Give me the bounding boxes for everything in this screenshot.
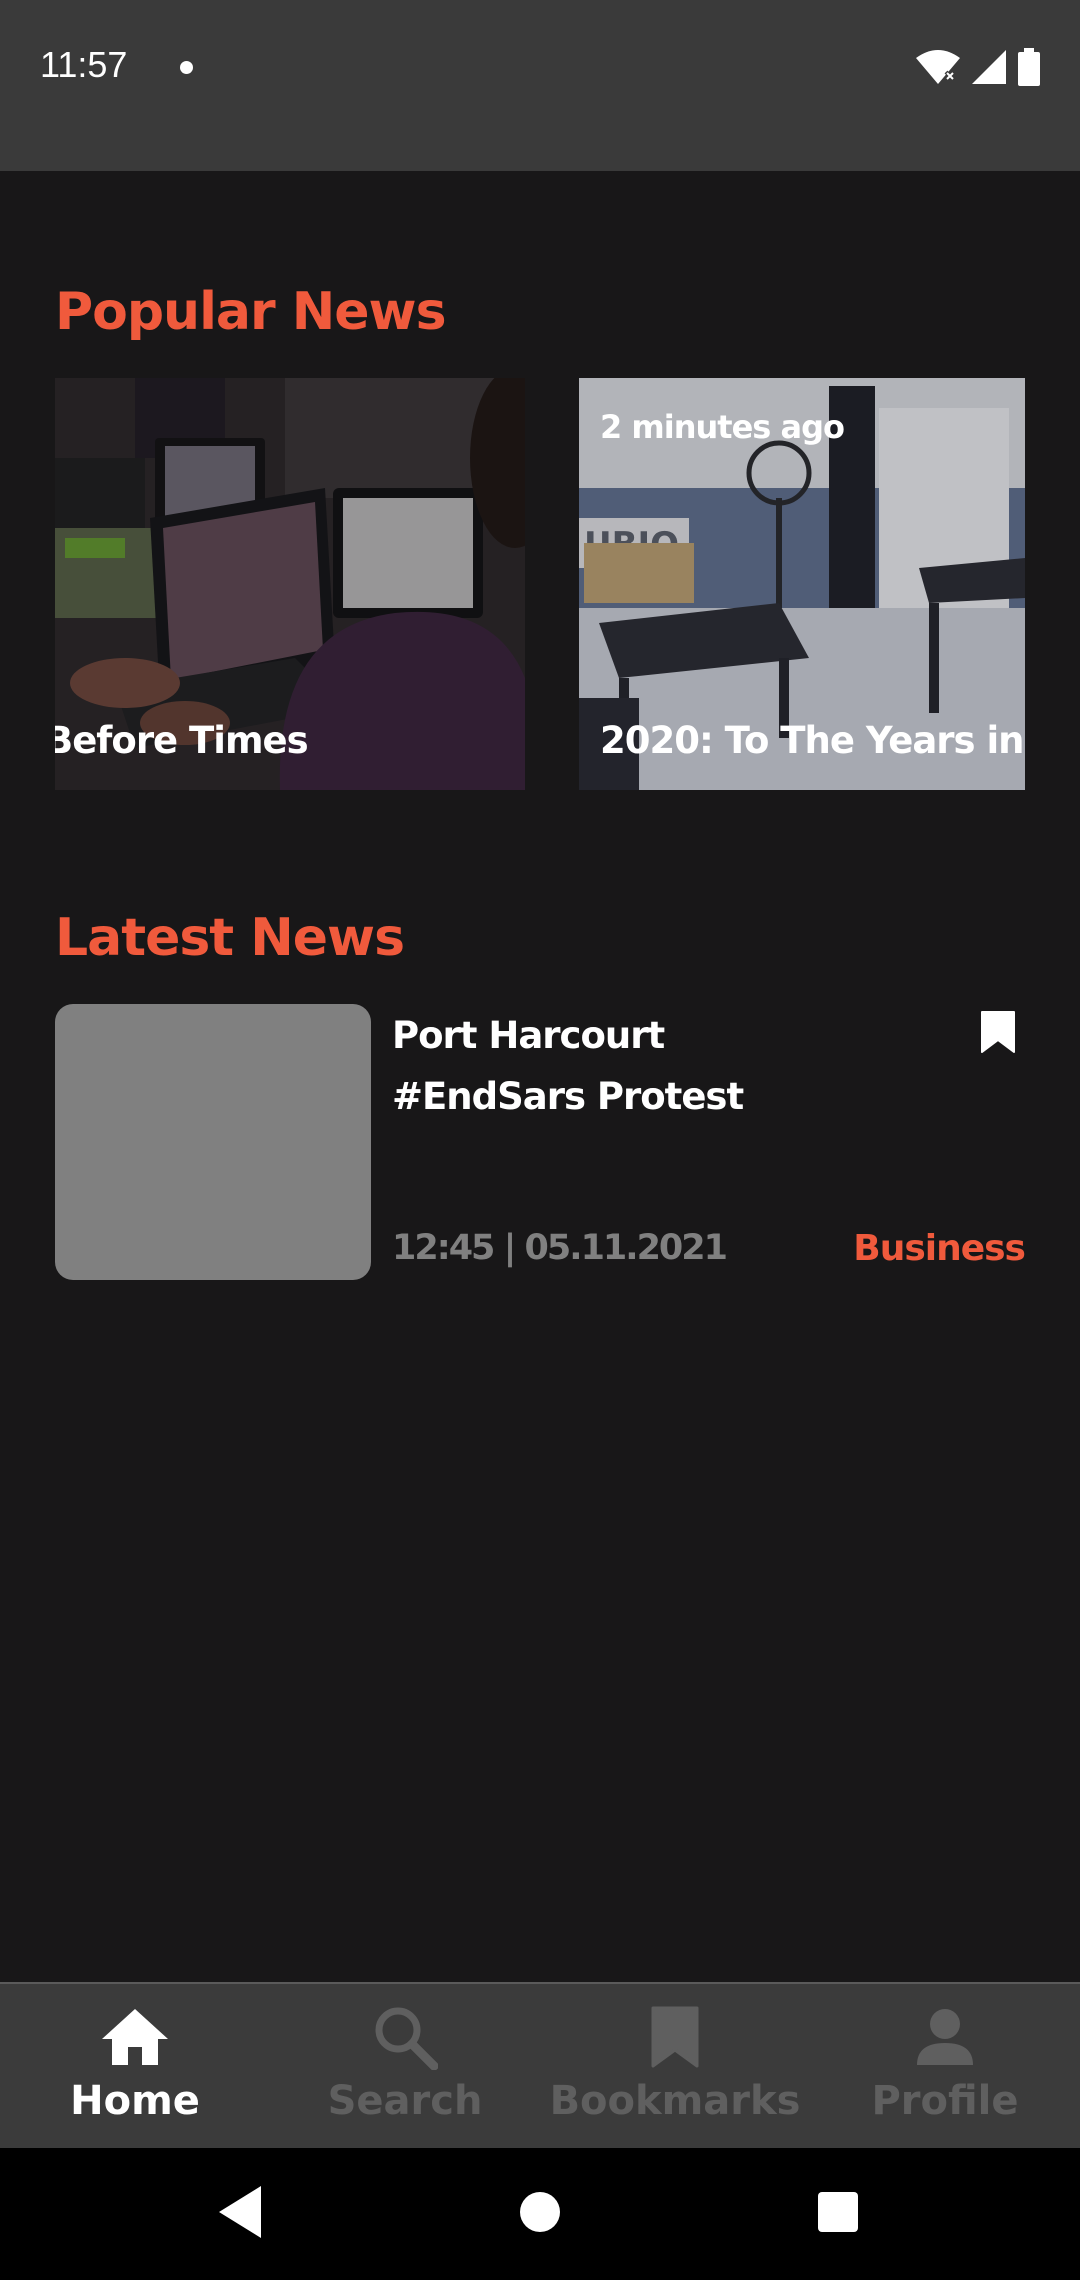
popular-card[interactable]: UBIO 2 minutes ago 2020: To The Years in… bbox=[579, 378, 1025, 790]
popular-card[interactable]: Before Times bbox=[55, 378, 525, 790]
news-category[interactable]: Business bbox=[853, 1228, 1026, 1269]
nav-label: Profile bbox=[871, 2078, 1019, 2124]
cellular-signal-icon bbox=[972, 50, 1006, 84]
latest-news-title: Latest News bbox=[55, 908, 405, 968]
bookmark-icon bbox=[635, 2004, 715, 2070]
bottom-navigation: Home Search Bookmarks Profile bbox=[0, 1982, 1080, 2148]
nav-label: Search bbox=[327, 2078, 483, 2124]
nav-item-bookmarks[interactable]: Bookmarks bbox=[540, 1984, 810, 2148]
status-icons bbox=[916, 48, 1040, 86]
app-screen: 11:57 Popular News Before Times 2 minute… bbox=[0, 0, 1080, 2280]
search-icon bbox=[365, 2004, 445, 2070]
card-title: 2020: To The Years in Sp bbox=[600, 719, 1025, 762]
back-icon[interactable] bbox=[217, 2184, 263, 2240]
battery-icon bbox=[1018, 48, 1040, 86]
card-time: 2 minutes ago bbox=[600, 408, 845, 446]
nav-label: Bookmarks bbox=[549, 2078, 801, 2124]
system-navigation-bar bbox=[0, 2148, 1080, 2280]
status-bar: 11:57 bbox=[0, 0, 1080, 171]
nav-item-search[interactable]: Search bbox=[270, 1984, 540, 2148]
profile-icon bbox=[905, 2004, 985, 2070]
bookmark-icon[interactable] bbox=[980, 1010, 1016, 1054]
nav-label: Home bbox=[70, 2078, 200, 2124]
news-timestamp: 12:45 | 05.11.2021 bbox=[392, 1228, 728, 1268]
home-circle-icon[interactable] bbox=[518, 2184, 562, 2240]
nav-item-profile[interactable]: Profile bbox=[810, 1984, 1080, 2148]
status-time: 11:57 bbox=[40, 44, 128, 85]
recents-icon[interactable] bbox=[816, 2184, 860, 2240]
news-title: Port Harcourt #EndSars Protest bbox=[392, 1014, 744, 1118]
card-title: Before Times bbox=[55, 719, 309, 762]
home-icon bbox=[95, 2004, 175, 2070]
wifi-icon bbox=[916, 50, 960, 84]
notification-dot-icon bbox=[180, 61, 193, 74]
news-thumbnail bbox=[55, 1004, 371, 1280]
popular-news-title: Popular News bbox=[55, 282, 447, 342]
nav-item-home[interactable]: Home bbox=[0, 1984, 270, 2148]
